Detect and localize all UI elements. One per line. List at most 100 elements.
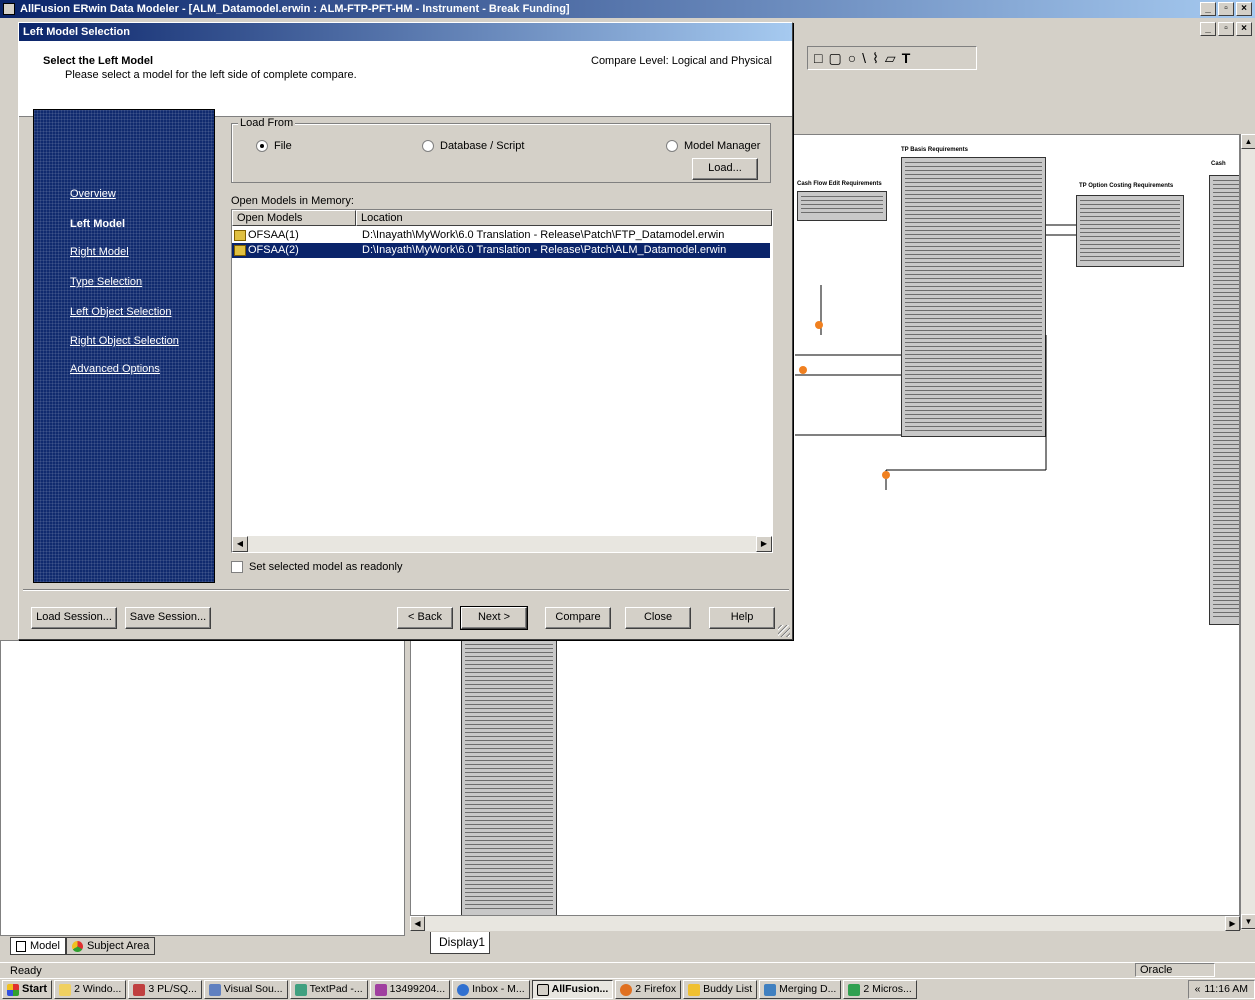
taskbar-item-visual-source[interactable]: Visual Sou...: [203, 980, 288, 999]
model-name: OFSAA(2): [248, 244, 299, 256]
radio-file[interactable]: File: [256, 140, 292, 152]
column-open-models[interactable]: Open Models: [232, 210, 356, 226]
nav-left-object-selection[interactable]: Left Object Selection: [70, 306, 172, 318]
nav-advanced-options[interactable]: Advanced Options: [70, 363, 160, 375]
taskbar-item-13499204[interactable]: 13499204...: [369, 980, 451, 999]
nav-overview[interactable]: Overview: [70, 188, 116, 200]
compare-button[interactable]: Compare: [545, 607, 611, 629]
textpad-icon: [294, 983, 307, 996]
scroll-right-icon[interactable]: ▶: [1225, 916, 1240, 931]
column-location[interactable]: Location: [356, 210, 772, 226]
text-tool-icon[interactable]: T: [902, 50, 911, 66]
windows-logo-icon: [7, 983, 19, 996]
mdi-close-icon[interactable]: ×: [1236, 22, 1252, 36]
polygon-tool-icon[interactable]: ▱: [885, 50, 896, 67]
list-item-selected[interactable]: OFSAA(2) D:\Inayath\MyWork\6.0 Translati…: [232, 243, 770, 258]
taskbar-item-plsql[interactable]: 3 PL/SQ...: [128, 980, 202, 999]
header-title: Select the Left Model: [43, 55, 154, 67]
load-from-legend: Load From: [238, 117, 296, 129]
taskbar-item-label: 2 Firefox: [635, 983, 677, 995]
clock: 11:16 AM: [1204, 983, 1248, 995]
scroll-left-icon[interactable]: ◀: [232, 536, 248, 552]
taskbar-item-windows[interactable]: 2 Windo...: [54, 980, 127, 999]
readonly-checkbox[interactable]: Set selected model as readonly: [231, 561, 402, 573]
nav-type-selection[interactable]: Type Selection: [70, 276, 142, 288]
taskbar-item-label: Merging D...: [779, 983, 837, 995]
model-explorer-tabs: Model Subject Area: [10, 937, 156, 955]
scroll-up-icon[interactable]: ▲: [1241, 134, 1255, 149]
load-from-group: Load From File Database / Script Model M…: [231, 117, 771, 183]
mdi-restore-icon[interactable]: ▫: [1218, 22, 1234, 36]
radio-model-manager-indicator[interactable]: [666, 140, 678, 152]
close-button[interactable]: Close: [625, 607, 691, 629]
next-button[interactable]: Next >: [460, 606, 528, 630]
minimize-icon[interactable]: _: [1200, 2, 1216, 16]
resize-grip-icon[interactable]: [778, 625, 790, 637]
dialog-header: Select the Left Model Please select a mo…: [19, 41, 792, 117]
load-session-button[interactable]: Load Session...: [31, 607, 117, 629]
model-location: D:\Inayath\MyWork\6.0 Translation - Rele…: [362, 244, 727, 256]
taskbar-item-buddy-list[interactable]: Buddy List: [683, 980, 758, 999]
scroll-down-icon[interactable]: ▼: [1241, 914, 1255, 929]
tab-model[interactable]: Model: [10, 937, 66, 955]
taskbar-item-textpad[interactable]: TextPad -...: [289, 980, 368, 999]
dialog-title-bar: Left Model Selection: [19, 23, 792, 41]
nav-left-model[interactable]: Left Model: [70, 218, 125, 230]
rectangle-tool-icon[interactable]: □: [814, 50, 822, 66]
model-name: OFSAA(1): [248, 229, 299, 241]
readonly-checkbox-box[interactable]: [231, 561, 243, 573]
taskbar-item-label: AllFusion...: [551, 983, 609, 995]
radio-file-indicator[interactable]: [256, 140, 268, 152]
taskbar-item-firefox[interactable]: 2 Firefox: [615, 980, 682, 999]
nav-right-model[interactable]: Right Model: [70, 246, 129, 258]
tab-subject-area[interactable]: Subject Area: [65, 937, 156, 955]
model-icon: [234, 245, 246, 256]
save-session-button[interactable]: Save Session...: [125, 607, 211, 629]
drawing-toolbar: □ ▢ ○ \ ⌇ ▱ T: [807, 46, 977, 70]
tray-expand-icon[interactable]: «: [1195, 981, 1201, 998]
mdi-minimize-icon[interactable]: _: [1200, 22, 1216, 36]
diagram-horizontal-scrollbar[interactable]: ◀ ▶: [410, 915, 1240, 931]
close-icon[interactable]: ×: [1236, 2, 1252, 16]
taskbar-item-inbox[interactable]: Inbox - M...: [452, 980, 530, 999]
start-button[interactable]: Start: [2, 980, 53, 999]
maximize-icon[interactable]: ▫: [1218, 2, 1234, 16]
taskbar-item-microsoft[interactable]: 2 Micros...: [843, 980, 917, 999]
load-button[interactable]: Load...: [692, 158, 758, 180]
sourcesafe-icon: [208, 983, 221, 996]
taskbar-item-allfusion[interactable]: AllFusion...: [531, 980, 614, 999]
word-icon: [764, 983, 777, 996]
polyline-tool-icon[interactable]: ⌇: [872, 50, 879, 67]
app-title-bar: AllFusion ERwin Data Modeler - [ALM_Data…: [0, 0, 1255, 18]
app-title-text: AllFusion ERwin Data Modeler - [ALM_Data…: [20, 3, 570, 15]
model-icon: [234, 230, 246, 241]
taskbar-item-label: 2 Micros...: [863, 983, 912, 995]
ellipse-tool-icon[interactable]: ○: [848, 50, 856, 66]
list-item[interactable]: OFSAA(1) D:\Inayath\MyWork\6.0 Translati…: [232, 228, 770, 243]
start-label: Start: [22, 983, 48, 995]
taskbar-item-label: 13499204...: [389, 983, 446, 995]
document-icon: [374, 983, 387, 996]
scroll-left-icon[interactable]: ◀: [410, 916, 425, 931]
list-horizontal-scrollbar[interactable]: ◀ ▶: [232, 536, 772, 552]
footer-separator: [23, 589, 789, 591]
taskbar-item-label: 3 PL/SQ...: [148, 983, 197, 995]
taskbar-item-merging[interactable]: Merging D...: [759, 980, 842, 999]
scroll-right-icon[interactable]: ▶: [756, 536, 772, 552]
radio-database-indicator[interactable]: [422, 140, 434, 152]
header-subtitle: Please select a model for the left side …: [65, 69, 357, 81]
model-explorer-pane[interactable]: [0, 640, 405, 936]
line-tool-icon[interactable]: \: [862, 50, 866, 66]
rounded-rect-tool-icon[interactable]: ▢: [828, 50, 841, 67]
back-button[interactable]: < Back: [397, 607, 453, 629]
diagram-vertical-scrollbar[interactable]: ▲ ▼: [1240, 134, 1255, 930]
help-button[interactable]: Help: [709, 607, 775, 629]
taskbar-item-label: TextPad -...: [309, 983, 363, 995]
firefox-icon: [620, 983, 633, 996]
nav-right-object-selection[interactable]: Right Object Selection: [70, 335, 179, 347]
radio-database-script[interactable]: Database / Script: [422, 140, 524, 152]
diagram-tab-display1[interactable]: Display1: [430, 932, 490, 954]
status-database: Oracle: [1135, 963, 1215, 977]
radio-model-manager[interactable]: Model Manager: [666, 140, 760, 152]
open-models-list[interactable]: Open Models Location OFSAA(1) D:\Inayath…: [231, 209, 773, 553]
